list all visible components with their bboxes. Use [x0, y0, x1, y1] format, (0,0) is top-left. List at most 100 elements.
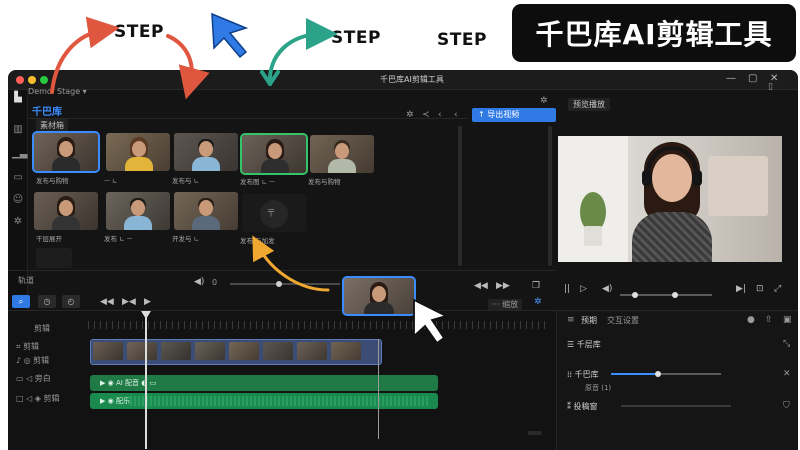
export-small-icon[interactable]: ⇧ — [765, 315, 773, 325]
minimize-window-icon[interactable] — [28, 76, 36, 84]
timeline-panel: 剪辑 ⌗ 剪辑 ♪ ◎ 剪辑 ▭ ◁ 旁白 □ ◁ ◈ 剪辑 ▶ ◉ AI 配音… — [8, 310, 556, 450]
export-scrollbar[interactable] — [548, 126, 552, 266]
prev-frame-icon[interactable]: ◀◀ — [474, 281, 488, 291]
lock-icon[interactable]: ● — [747, 315, 755, 325]
settings-gear-icon[interactable]: ✲ — [540, 96, 548, 106]
chevron-left-icon[interactable]: ‹ — [454, 110, 458, 120]
media-thumb-2[interactable] — [106, 133, 170, 171]
scrubber-knob-2[interactable] — [672, 292, 678, 298]
panel-toggle-icon[interactable]: ▣ — [783, 315, 792, 325]
media-caption-1: 发布与购物 — [36, 177, 69, 185]
prop-row-1: ☰ 千层库 — [567, 340, 601, 349]
settings-icon[interactable]: ✲ — [12, 216, 24, 228]
next-frame-icon[interactable]: ▶▶ — [496, 281, 510, 291]
timer-button[interactable]: ◴ — [62, 295, 80, 308]
project-dropdown[interactable]: Demo: Stage ▾ — [28, 87, 87, 96]
gear-icon[interactable]: ✲ — [406, 110, 414, 120]
media-caption-7: 发布 ∟ ᅳ — [104, 235, 133, 243]
media-thumb-8[interactable] — [174, 192, 238, 230]
fit-icon[interactable]: ⊡ — [756, 284, 764, 294]
media-thumb-7[interactable] — [106, 192, 170, 230]
volume-transport-icon[interactable]: ◀) — [194, 277, 204, 287]
transport-bar: 轨道 ◀) 0 ◀◀ ▶▶ ❐ ⌕ ◷ ◴ ◀◀ ▶◀ ▶ ··· 缩放 ✲ — [8, 270, 556, 310]
media-thumb-5[interactable] — [310, 135, 374, 173]
media-caption-6: 干层展开 — [36, 235, 62, 243]
collapse-row-icon[interactable]: ⤡ — [783, 339, 790, 349]
remove-icon[interactable]: ✕ — [783, 369, 791, 379]
zoom-knob[interactable] — [276, 281, 282, 287]
properties-icon: ≡ — [567, 315, 575, 325]
presenter — [618, 136, 728, 262]
prop-slider-1[interactable] — [611, 371, 721, 377]
share-icon[interactable]: ≺ — [422, 110, 430, 120]
users-icon[interactable]: ☺ — [12, 194, 24, 206]
next-icon[interactable]: ▶| — [736, 284, 746, 294]
fullscreen-icon[interactable]: ⤢ — [774, 284, 781, 294]
media-caption-3: 发布与 ∟ — [172, 177, 200, 185]
chart-icon[interactable]: ▁▃ — [12, 148, 27, 160]
track-label-audio1: ♪ ◎ 剪辑 — [16, 356, 50, 365]
track-header-title: 剪辑 — [34, 324, 50, 333]
dragged-clip-preview[interactable] — [342, 276, 416, 316]
media-scrollbar[interactable] — [458, 126, 462, 266]
maximize-window-icon[interactable] — [40, 76, 48, 84]
export-button[interactable]: ↑ 导出视频 — [472, 108, 556, 122]
timer-icon: ◴ — [67, 297, 75, 306]
audio-clip-music[interactable]: ▶ ◉ 配乐 — [90, 393, 438, 409]
media-icon[interactable]: ▥ — [12, 124, 24, 136]
media-caption-4: 发布图 ∟ ᅳ — [240, 178, 276, 186]
media-caption-5: 发布与购物 — [308, 178, 341, 186]
editor-window: 千巴库AI剪辑工具 — ▢ ✕ ▙ ▥ ▁▃ ▭ ☺ ✲ Demo: Stage… — [8, 70, 798, 450]
media-thumb-3[interactable] — [174, 133, 238, 171]
media-tab[interactable]: 素材箱 — [36, 119, 68, 132]
media-thumb-1[interactable] — [32, 131, 100, 173]
preview-tab[interactable]: 预览播放 — [568, 98, 610, 111]
media-thumb-9[interactable]: ╤ — [242, 194, 306, 232]
search-button[interactable]: ⌕ — [12, 295, 30, 308]
zoom-hint[interactable]: ··· 缩放 — [488, 299, 523, 310]
volume-icon[interactable]: ◀) — [602, 284, 612, 294]
prop-slider-2[interactable] — [621, 405, 731, 407]
shield-icon[interactable]: ⛉ — [783, 401, 790, 411]
step-label-3: STEP — [437, 30, 487, 50]
play-timeline-icon[interactable]: ▶ — [144, 297, 151, 307]
collapse-icon[interactable]: ‹ — [438, 110, 442, 120]
library-title: 千巴库 — [32, 107, 62, 118]
restore-icon[interactable]: ▢ — [748, 73, 757, 84]
media-thumb-4[interactable] — [240, 133, 308, 175]
step-label-2: STEP — [331, 28, 381, 48]
audio-clip-voiceover[interactable]: ▶ ◉ AI 配音 ◐ ▭ — [90, 375, 438, 391]
media-caption-8: 开发与 ∟ — [172, 235, 200, 243]
tutorial-canvas: STEP STEP STEP 千巴库AI剪辑工具 千巴库AI剪辑工具 — ▢ ✕… — [0, 0, 800, 450]
scrubber-knob[interactable] — [632, 292, 638, 298]
rewind-icon[interactable]: ◀◀ — [100, 297, 114, 307]
preview-scrubber[interactable] — [620, 292, 712, 298]
media-thumb-10[interactable] — [36, 248, 72, 268]
window-title: 千巴库AI剪辑工具 — [380, 75, 444, 84]
zoom-slider[interactable] — [230, 281, 340, 287]
logo-icon: ▙ — [14, 92, 22, 103]
media-thumb-6[interactable] — [34, 192, 98, 230]
timeline-scrollbar[interactable] — [528, 431, 542, 435]
settings-small-icon[interactable]: ✲ — [534, 297, 542, 307]
timeline-ruler[interactable] — [88, 321, 548, 329]
play-icon[interactable]: ▷ — [580, 284, 587, 294]
media-caption-2: ᅳ ∟ — [104, 177, 118, 185]
copy-icon[interactable]: ❐ — [532, 281, 540, 291]
props-tab-2[interactable]: 交互设置 — [607, 315, 639, 326]
chat-icon[interactable]: ▭ — [12, 172, 24, 184]
pause-icon[interactable]: || — [564, 284, 570, 294]
more-icon[interactable]: ▯ — [768, 82, 773, 92]
drop-marker — [378, 339, 379, 439]
prop-row-2-sub: 原音 (1) — [585, 384, 612, 392]
props-tab-1[interactable]: 预期 — [581, 315, 597, 326]
clock-button[interactable]: ◷ — [38, 295, 56, 308]
properties-panel: ≡ 预期 交互设置 ● ⇧ ▣ ☰ 千层库 ⤡ ⁞⁞ 千巴库 原音 (1) ✕ … — [556, 310, 798, 450]
track-label-audio2: □ ◁ ◈ 剪辑 — [16, 394, 60, 403]
video-clip[interactable] — [90, 339, 382, 365]
playhead[interactable] — [145, 317, 147, 449]
close-window-icon[interactable] — [16, 76, 24, 84]
track-label-video: ⌗ 剪辑 — [16, 342, 40, 351]
minimize-icon[interactable]: — — [726, 73, 736, 84]
split-icon[interactable]: ▶◀ — [122, 297, 136, 307]
